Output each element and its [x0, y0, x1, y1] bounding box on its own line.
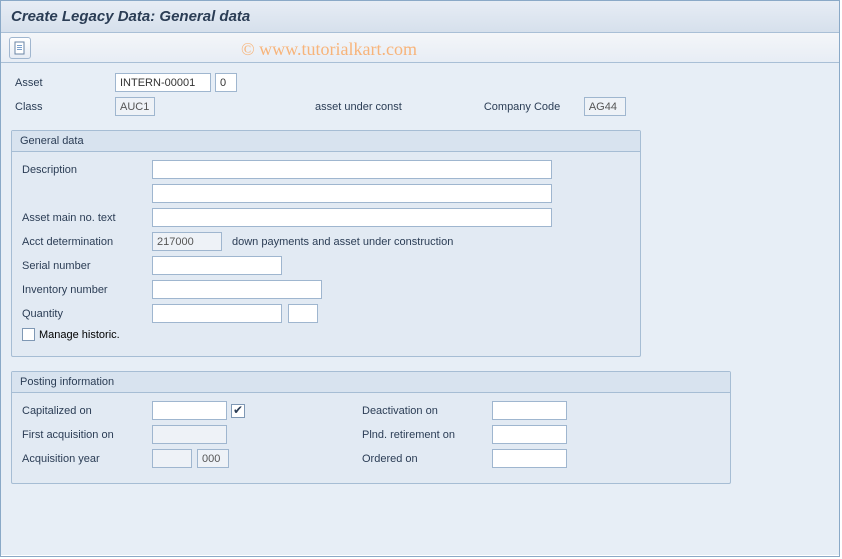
description-field[interactable] [152, 160, 552, 179]
plnd-retirement-field[interactable] [492, 425, 567, 444]
class-field[interactable] [115, 97, 155, 116]
capitalized-on-checkbox[interactable] [231, 404, 245, 418]
serial-number-field[interactable] [152, 256, 282, 275]
company-code-field[interactable] [584, 97, 626, 116]
deactivation-on-field[interactable] [492, 401, 567, 420]
quantity-label: Quantity [22, 308, 152, 320]
general-data-group: General data Description Asset main no. … [11, 130, 641, 357]
plnd-retirement-label: Plnd. retirement on [362, 429, 492, 441]
posting-info-title: Posting information [12, 372, 730, 393]
asset-main-text-field[interactable] [152, 208, 552, 227]
general-data-title: General data [12, 131, 640, 152]
company-code-label: Company Code [484, 101, 584, 113]
acct-determination-label: Acct determination [22, 236, 152, 248]
first-acquisition-label: First acquisition on [22, 429, 152, 441]
ordered-on-field[interactable] [492, 449, 567, 468]
acct-determination-desc: down payments and asset under constructi… [232, 236, 453, 248]
page-title: Create Legacy Data: General data [1, 1, 839, 33]
document-icon [13, 41, 27, 55]
quantity-unit-field[interactable] [288, 304, 318, 323]
asset-main-text-label: Asset main no. text [22, 212, 152, 224]
deactivation-on-label: Deactivation on [362, 405, 492, 417]
manage-historic-label: Manage historic. [39, 329, 120, 341]
asset-label: Asset [15, 77, 115, 89]
ordered-on-label: Ordered on [362, 453, 492, 465]
inventory-number-field[interactable] [152, 280, 322, 299]
inventory-number-label: Inventory number [22, 284, 152, 296]
display-button[interactable] [9, 37, 31, 59]
toolbar [1, 33, 839, 63]
manage-historic-checkbox[interactable] [22, 328, 35, 341]
class-description: asset under const [315, 101, 402, 113]
description-label: Description [22, 164, 152, 176]
acct-determination-field[interactable] [152, 232, 222, 251]
capitalized-on-field[interactable] [152, 401, 227, 420]
first-acquisition-field[interactable] [152, 425, 227, 444]
acquisition-year-label: Acquisition year [22, 453, 152, 465]
asset-subnumber-field[interactable] [215, 73, 237, 92]
asset-field[interactable] [115, 73, 211, 92]
serial-number-label: Serial number [22, 260, 152, 272]
acquisition-period-field[interactable] [197, 449, 229, 468]
posting-info-group: Posting information Capitalized on First… [11, 371, 731, 484]
acquisition-year-field[interactable] [152, 449, 192, 468]
class-label: Class [15, 101, 115, 113]
quantity-field[interactable] [152, 304, 282, 323]
capitalized-on-label: Capitalized on [22, 405, 152, 417]
description2-field[interactable] [152, 184, 552, 203]
